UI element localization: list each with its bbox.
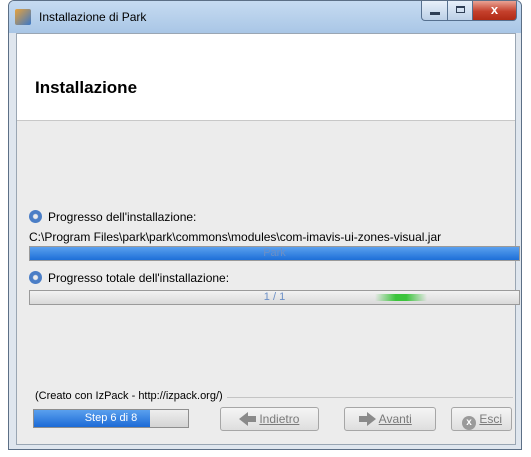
exit-button[interactable]: x Esci xyxy=(451,407,512,431)
next-button[interactable]: Avanti xyxy=(344,407,436,431)
maximize-icon xyxy=(456,6,465,13)
install-progress-text: Progresso dell'installazione: xyxy=(48,210,197,224)
close-icon: x xyxy=(490,2,499,17)
gear-icon xyxy=(29,210,42,223)
step-progress-text: Step 6 di 8 xyxy=(84,412,138,424)
current-file-path: C:\Program Files\park\park\commons\modul… xyxy=(29,230,442,244)
total-progress-bar-text: 1 / 1 xyxy=(263,291,286,303)
close-circle-icon: x xyxy=(462,416,476,430)
step-progress-bar: Step 6 di 8 xyxy=(33,409,189,428)
package-icon xyxy=(15,9,31,25)
header-panel: Installazione xyxy=(17,34,515,121)
total-progress-label: Progresso totale dell'installazione: xyxy=(29,271,229,285)
page-title: Installazione xyxy=(35,78,138,97)
total-progress-bar: 1 / 1 xyxy=(29,290,520,305)
izpack-credit: (Creato con IzPack - http://izpack.org/) xyxy=(35,390,227,402)
exit-button-label: Esci xyxy=(479,412,503,426)
minimize-button[interactable] xyxy=(421,1,448,21)
window-title: Installazione di Park xyxy=(39,10,147,24)
progress-glow-indicator xyxy=(375,294,427,301)
back-button[interactable]: Indietro xyxy=(220,407,319,431)
minimize-icon xyxy=(430,12,440,15)
installer-content: Installazione Progresso dell'installazio… xyxy=(16,33,520,445)
installer-window: Installazione di Park x Installazione Pr… xyxy=(8,0,522,450)
install-progress-bar: Park xyxy=(29,246,520,261)
install-progress-label: Progresso dell'installazione: xyxy=(29,210,196,224)
close-button[interactable]: x xyxy=(472,1,517,21)
gear-icon xyxy=(29,271,42,284)
maximize-button[interactable] xyxy=(447,1,473,21)
arrow-right-icon xyxy=(359,412,376,426)
total-progress-text: Progresso totale dell'installazione: xyxy=(48,271,230,285)
arrow-left-icon xyxy=(239,412,256,426)
install-progress-bar-text: Park xyxy=(263,247,286,259)
back-button-label: Indietro xyxy=(259,412,300,426)
title-bar[interactable]: Installazione di Park x xyxy=(9,1,521,33)
next-button-label: Avanti xyxy=(378,412,412,426)
